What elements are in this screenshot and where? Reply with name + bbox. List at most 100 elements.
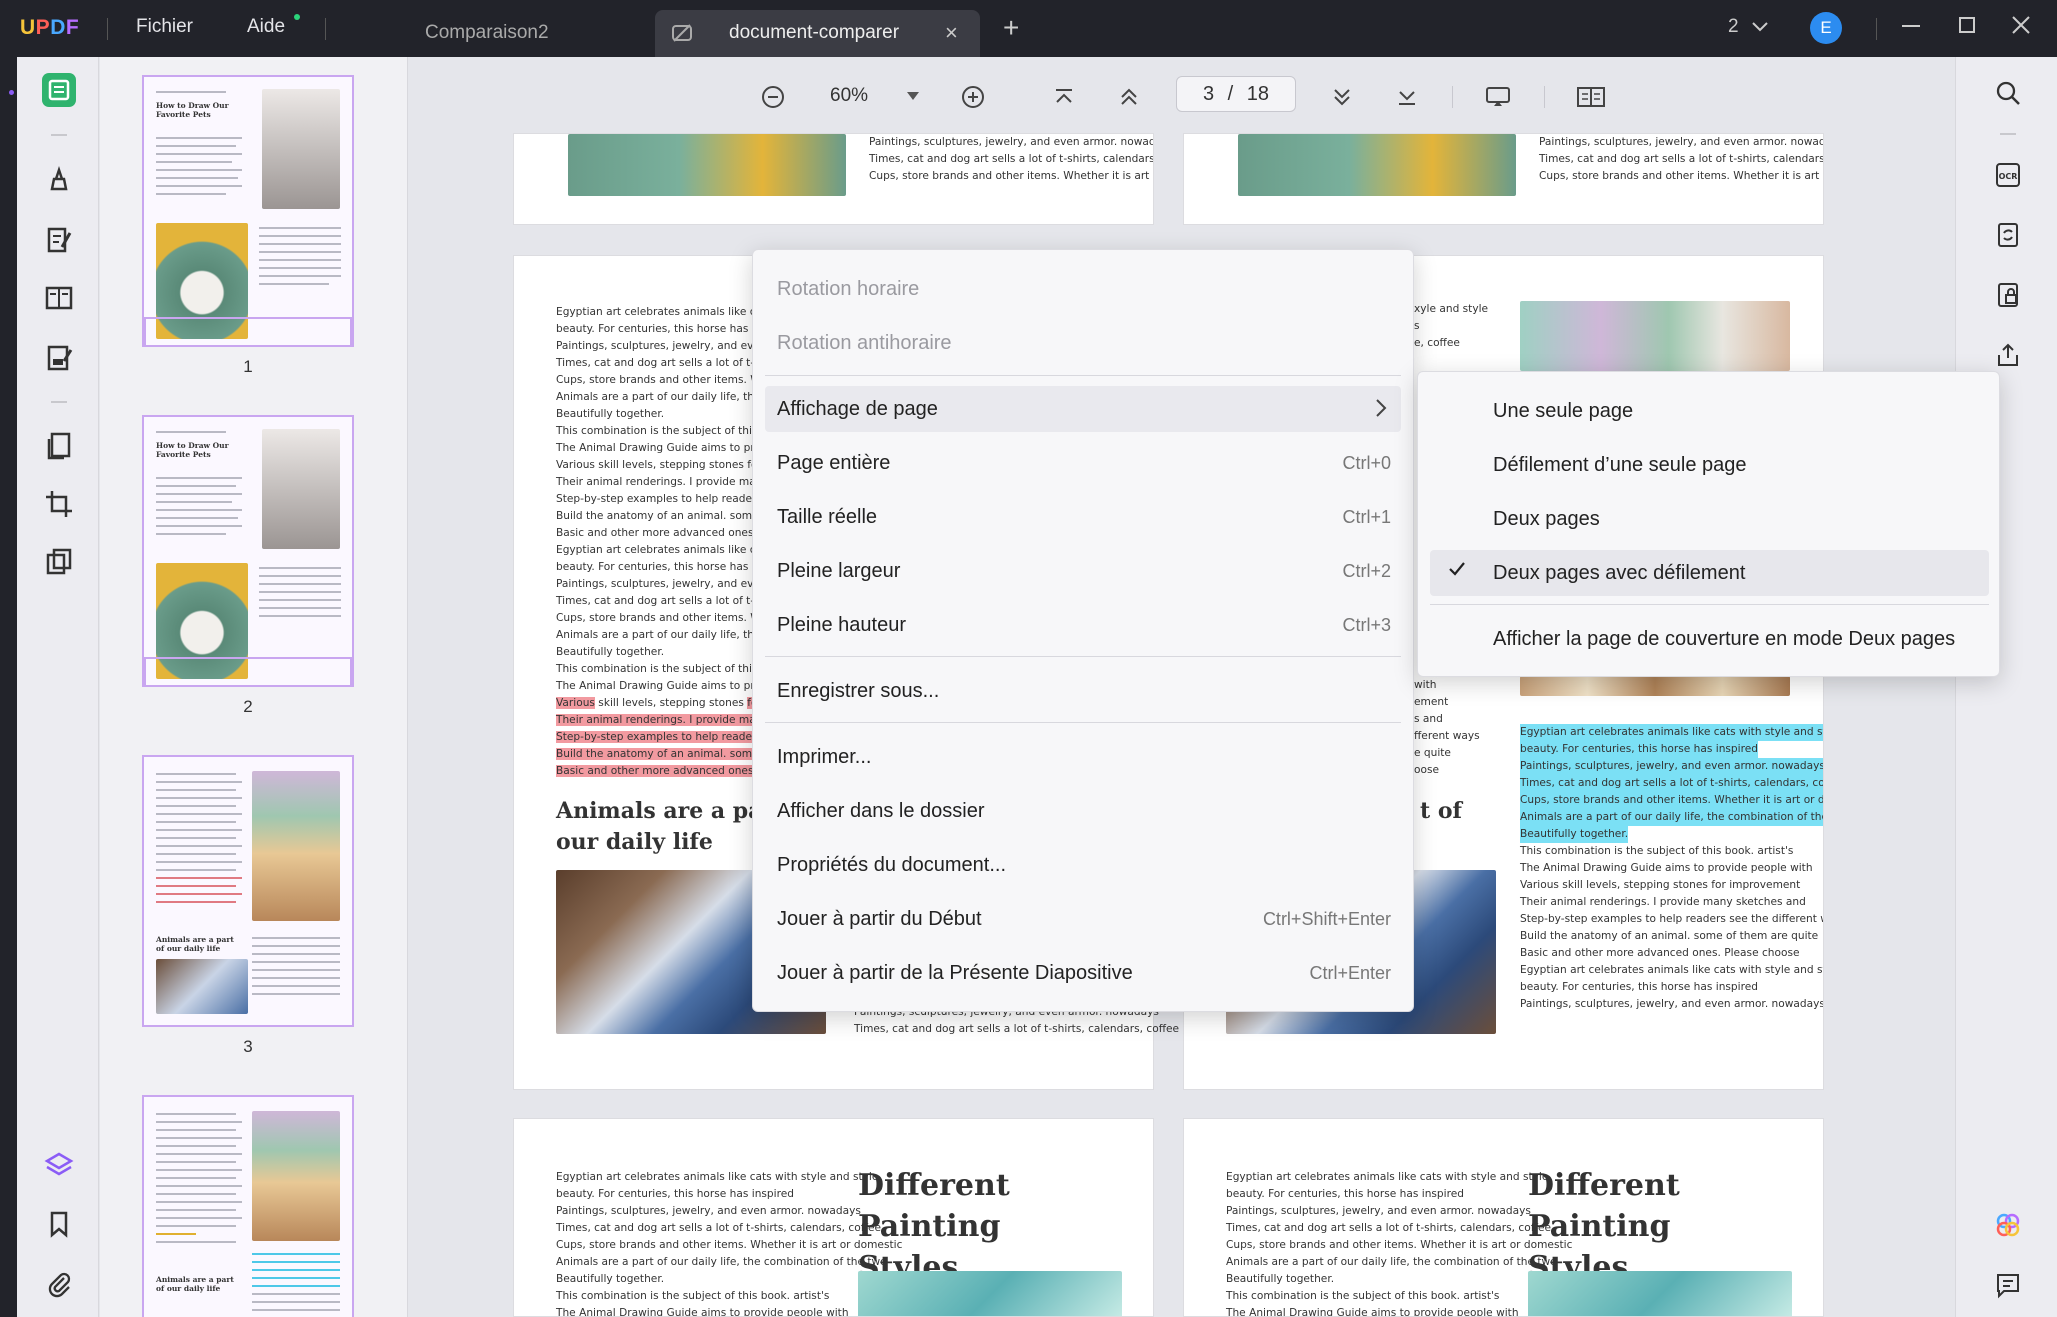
new-tab-icon[interactable]: +: [1003, 12, 1019, 44]
menu-full-page[interactable]: Page entière Ctrl+0: [765, 440, 1401, 486]
convert-icon[interactable]: [1994, 221, 2022, 249]
menu-show-in-folder[interactable]: Afficher dans le dossier: [765, 788, 1401, 834]
submenu-single-page-scroll[interactable]: Défilement d’une seule page: [1430, 442, 1989, 488]
menu-separator: [765, 656, 1401, 657]
crop-icon[interactable]: [42, 487, 76, 521]
submenu-two-pages[interactable]: Deux pages: [1430, 496, 1989, 542]
page-text-line: Animals are a part of our daily life, th…: [1520, 809, 1823, 826]
text-segment: Various: [556, 697, 595, 709]
title-bar: UPDF Fichier Aide Comparaison2 document-…: [0, 0, 2057, 57]
page-text-line: with: [1414, 679, 1437, 691]
page-thumbnail-1[interactable]: How to Draw Our Favorite Pets: [142, 75, 354, 347]
protect-icon[interactable]: [1994, 281, 2022, 309]
menu-fit-height[interactable]: Pleine hauteur Ctrl+3: [765, 602, 1401, 648]
page-text-line: Times, cat and dog art sells a lot of t-…: [869, 153, 1154, 165]
bookmark-icon[interactable]: [42, 1207, 76, 1241]
menu-label: Deux pages avec défilement: [1493, 562, 1746, 584]
no-sync-icon: [670, 21, 694, 51]
menu-label: Afficher dans le dossier: [777, 800, 985, 822]
menu-shortcut: Ctrl+2: [1342, 561, 1391, 581]
zoom-out-icon[interactable]: [760, 84, 786, 116]
document-page-top-right[interactable]: Paintings, sculptures, jewelry, and even…: [1183, 133, 1824, 225]
menu-aide[interactable]: Aide: [247, 16, 285, 38]
user-avatar[interactable]: E: [1810, 12, 1842, 44]
next-page-icon[interactable]: [1329, 84, 1355, 116]
page-number-input[interactable]: 3 / 18: [1176, 76, 1296, 112]
tab-comparaison2[interactable]: Comparaison2: [400, 10, 650, 57]
left-toolbar: [17, 57, 99, 1317]
thumbnail-panel[interactable]: How to Draw Our Favorite Pets 1 How to D…: [100, 57, 408, 1317]
organize-pages-icon[interactable]: [42, 429, 76, 463]
edit-pdf-icon[interactable]: [42, 223, 76, 257]
ocr-icon[interactable]: OCR: [1994, 161, 2022, 189]
page-thumbnail-2[interactable]: How to Draw Our Favorite Pets: [142, 415, 354, 687]
share-icon[interactable]: [1994, 341, 2022, 369]
comment-icon[interactable]: [1994, 1271, 2022, 1299]
menu-actual-size[interactable]: Taille réelle Ctrl+1: [765, 494, 1401, 540]
zoom-in-icon[interactable]: [960, 84, 986, 116]
zoom-dropdown-icon[interactable]: [906, 88, 920, 106]
page-text-line: e quite: [1414, 747, 1451, 759]
zoom-level[interactable]: 60%: [830, 85, 868, 107]
page-thumbnail-3[interactable]: Animals are a part of our daily life: [142, 755, 354, 1027]
section-heading-fragment: t of: [1420, 798, 1462, 824]
menu-play-from-current[interactable]: Jouer à partir de la Présente Diapositiv…: [765, 950, 1401, 996]
menu-rotate-clockwise[interactable]: Rotation horaire: [765, 266, 1401, 312]
title-separator: [107, 18, 108, 40]
last-page-icon[interactable]: [1394, 84, 1420, 116]
page-text-line: beauty. For centuries, this horse has in…: [1520, 741, 1758, 758]
page-layout-icon[interactable]: [1576, 84, 1606, 116]
previous-page-icon[interactable]: [1116, 84, 1142, 116]
page-text-line: Beautifully together.: [1520, 826, 1629, 843]
document-page-top-left[interactable]: Paintings, sculptures, jewelry, and even…: [513, 133, 1154, 225]
menu-fichier[interactable]: Fichier: [136, 16, 193, 38]
ai-assistant-icon[interactable]: [1994, 1211, 2022, 1239]
document-page-4-right[interactable]: Egyptian art celebrates animals like cat…: [1183, 1118, 1824, 1317]
menu-print[interactable]: Imprimer...: [765, 734, 1401, 780]
close-window-icon[interactable]: [2010, 14, 2032, 42]
menu-fit-width[interactable]: Pleine largeur Ctrl+2: [765, 548, 1401, 594]
menu-label: Taille réelle: [777, 506, 878, 528]
updf-logo[interactable]: UPDF: [20, 16, 79, 40]
page-text-line: xyle and style: [1414, 303, 1489, 315]
search-icon[interactable]: [1994, 79, 2022, 107]
compare-icon[interactable]: [42, 281, 76, 315]
layers-icon[interactable]: [42, 1147, 76, 1181]
page-text-line: Beautifully together.: [556, 1273, 665, 1285]
presentation-icon[interactable]: [1484, 84, 1512, 116]
page-separator: /: [1227, 83, 1234, 105]
attachment-icon[interactable]: [42, 1267, 76, 1301]
first-page-icon[interactable]: [1051, 84, 1077, 116]
submenu-single-page[interactable]: Une seule page: [1430, 388, 1989, 434]
close-tab-icon[interactable]: ×: [945, 20, 958, 46]
section-heading: Animals are a part our daily life: [556, 796, 784, 858]
thumbnail-title: How to Draw Our Favorite Pets: [156, 441, 229, 459]
thumbnail-number: 2: [243, 697, 253, 716]
minimize-icon[interactable]: [1900, 14, 1922, 42]
menu-rotate-counterclockwise[interactable]: Rotation antihoraire: [765, 320, 1401, 366]
heading-line: Animals are a part: [556, 798, 785, 824]
heading-line: our daily life: [556, 829, 713, 855]
submenu-show-cover-page[interactable]: Afficher la page de couverture en mode D…: [1430, 616, 1989, 662]
page-thumbnail-4[interactable]: Animals are a part of our daily life: [142, 1095, 354, 1317]
menu-document-properties[interactable]: Propriétés du document...: [765, 842, 1401, 888]
highlighter-icon[interactable]: [42, 163, 76, 197]
page-text-line: Step-by-step examples to help readers se…: [1520, 913, 1824, 925]
page-text-line: Cups, store brands and other items. Whet…: [1226, 1239, 1573, 1251]
heading-line: Different Painting: [1528, 1168, 1680, 1244]
page-text-line: Paintings, sculptures, jewelry, and even…: [556, 1205, 861, 1217]
tab-document-comparer[interactable]: document-comparer ×: [655, 10, 980, 57]
menu-play-from-start[interactable]: Jouer à partir du Début Ctrl+Shift+Enter: [765, 896, 1401, 942]
form-icon[interactable]: [42, 341, 76, 375]
menu-page-display[interactable]: Affichage de page: [765, 386, 1401, 432]
menu-separator: [1430, 604, 1989, 605]
status-dot: [9, 90, 14, 95]
page-text-line: Cups, store brands and other items. Whet…: [869, 170, 1153, 182]
window-count[interactable]: 2: [1728, 16, 1768, 38]
maximize-icon[interactable]: [1956, 14, 1978, 42]
page-tools-icon[interactable]: [42, 545, 76, 579]
reader-mode-icon[interactable]: [42, 73, 76, 107]
document-page-4-left[interactable]: Egyptian art celebrates animals like cat…: [513, 1118, 1154, 1317]
menu-save-as[interactable]: Enregistrer sous...: [765, 668, 1401, 714]
submenu-two-pages-scroll[interactable]: Deux pages avec défilement: [1430, 550, 1989, 596]
